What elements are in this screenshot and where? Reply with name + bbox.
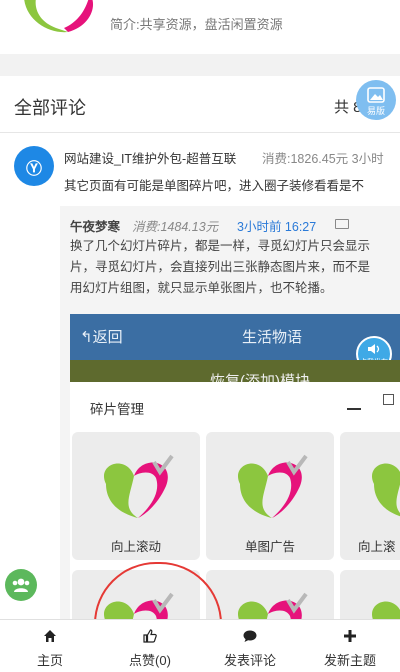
nav-like[interactable]: 点赞(0) — [100, 620, 200, 672]
photo-button-label: 易版 — [366, 106, 385, 116]
fragment-panel: 碎片管理 向上滚动 单图广告 向上滚 — [70, 382, 400, 636]
nav-comment-label: 发表评论 — [223, 653, 276, 668]
comment-fee-time: 消费:1826.45元 3小时 — [262, 152, 384, 166]
quote-line: 用幻灯片组图，就只显示单张图片，也不轮播。 — [70, 281, 333, 295]
fragment-tile-label: 向上滚 — [358, 540, 396, 554]
bottom-nav: 主页 点赞(0) 发表评论 发新主题 — [0, 619, 400, 672]
heart-logo-icon — [103, 454, 174, 518]
divider — [0, 132, 400, 133]
quote-line: 换了几个幻灯片碎片，都是一样，寻觅幻灯片只会显示 — [70, 239, 371, 253]
quote-username[interactable]: 午夜梦寒 — [70, 216, 120, 235]
group-intro: 简介:共享资源，盘活闲置资源 — [110, 17, 283, 32]
home-icon — [44, 630, 56, 642]
fragment-tile: 向上滚 — [340, 432, 400, 560]
nav-comment[interactable]: 发表评论 — [200, 620, 300, 672]
group-members-button[interactable] — [5, 569, 37, 601]
group-profile-card: 简介:共享资源，盘活闲置资源 — [0, 0, 400, 54]
fragment-tile-label: 向上滚动 — [110, 540, 161, 554]
nav-like-label: 点赞(0) — [129, 653, 171, 668]
image-icon — [367, 87, 385, 103]
nav-home[interactable]: 主页 — [0, 620, 100, 672]
comment-username[interactable]: 网站建设_IT维护外包-超普互联 — [64, 148, 236, 167]
fragment-tile: 向上滚动 — [72, 432, 200, 560]
heart-logo-icon — [237, 454, 308, 518]
quote-fee: 消费:1484.13元 — [132, 220, 219, 234]
nav-home-label: 主页 — [36, 653, 63, 668]
comment-icon — [243, 630, 257, 642]
maximize-icon — [383, 394, 394, 405]
nav-new-topic[interactable]: 发新主题 — [300, 620, 400, 672]
avatar[interactable]: Ⓨ — [14, 146, 54, 186]
fragment-panel-title: 碎片管理 — [90, 402, 144, 417]
embedded-screenshot[interactable]: ↰返回 生活物语 点我发布 恢复(添加)模块 碎片管理 — [70, 314, 400, 636]
photo-button[interactable]: 易版 — [356, 80, 396, 120]
group-logo — [24, 0, 94, 33]
avatar-letter: Ⓨ — [25, 161, 42, 178]
desktop-icon — [335, 219, 349, 229]
users-icon — [12, 578, 30, 592]
minimize-icon — [347, 408, 361, 410]
fragment-tile: 单图广告 — [206, 432, 334, 560]
thumbs-up-icon — [143, 629, 157, 643]
plus-icon — [344, 630, 356, 642]
nav-new-topic-label: 发新主题 — [323, 653, 376, 668]
comments-title: 全部评论 — [14, 98, 86, 118]
screenshot-back-label: ↰返回 — [80, 329, 123, 346]
fragment-tile-label: 单图广告 — [244, 540, 295, 554]
comment-text: 其它页面有可能是单图碎片吧，进入圈子装修看看是不 — [64, 179, 365, 193]
screenshot-title: 生活物语 — [242, 329, 303, 346]
comments-section: 全部评论 共 8 易版 Ⓨ 网站建设_IT维护外包-超普互联 消费:1826.4… — [0, 76, 400, 636]
speaker-icon — [368, 344, 380, 354]
quoted-reply: 午夜梦寒 消费:1484.13元 3小时前 16:27 换了几个幻灯片碎片，都是… — [60, 206, 400, 636]
quote-time: 3小时前 16:27 — [237, 220, 317, 234]
heart-logo-icon — [372, 463, 400, 517]
quote-line: 片，寻觅幻灯片，会直接列出三张静态图片来，而不是 — [70, 260, 371, 274]
